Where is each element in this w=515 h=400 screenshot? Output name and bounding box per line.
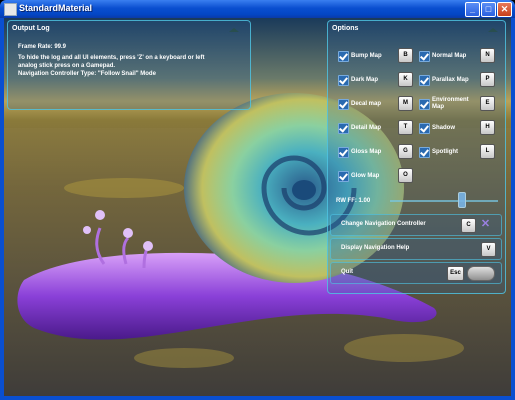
application-window: StandardMaterial _ □ ✕ Output Log Frame … bbox=[0, 0, 515, 400]
change-navigation-key[interactable]: C bbox=[461, 218, 476, 233]
dark-map-checkbox[interactable] bbox=[338, 75, 349, 86]
bump-map-key[interactable]: B bbox=[398, 48, 413, 63]
xbox-x-button-icon: ✕ bbox=[480, 218, 491, 230]
minimize-button[interactable]: _ bbox=[465, 2, 480, 17]
display-navigation-help-label: Display Navigation Help bbox=[341, 245, 410, 251]
glow-map-label: Glow Map bbox=[351, 173, 380, 179]
parallax-map-key[interactable]: P bbox=[480, 72, 495, 87]
quit-key[interactable]: Esc bbox=[447, 266, 464, 281]
bump-map-checkbox[interactable] bbox=[338, 51, 349, 62]
slider-thumb[interactable] bbox=[458, 192, 466, 208]
output-log-panel: Output Log Frame Rate: 99.9 To hide the … bbox=[7, 20, 251, 110]
parallax-map-label: Parallax Map bbox=[432, 77, 469, 83]
environment-map-checkbox[interactable] bbox=[419, 99, 430, 110]
glow-map-key[interactable]: O bbox=[398, 168, 413, 183]
normal-map-label: Normal Map bbox=[432, 53, 467, 59]
dark-map-label: Dark Map bbox=[351, 77, 379, 83]
display-navigation-help-key[interactable]: V bbox=[481, 242, 496, 257]
decal-map-key[interactable]: M bbox=[398, 96, 413, 111]
display-navigation-help-row[interactable]: Display Navigation Help V bbox=[330, 238, 502, 260]
gloss-map-checkbox[interactable] bbox=[338, 147, 349, 158]
detail-map-key[interactable]: T bbox=[398, 120, 413, 135]
parallax-map-checkbox[interactable] bbox=[419, 75, 430, 86]
quit-row[interactable]: Quit Esc bbox=[330, 262, 502, 284]
environment-map-key[interactable]: E bbox=[480, 96, 495, 111]
gloss-map-key[interactable]: G bbox=[398, 144, 413, 159]
maximize-button[interactable]: □ bbox=[481, 2, 496, 17]
environment-map-label: Environment Map bbox=[432, 97, 469, 110]
change-navigation-controller-label: Change Navigation Controller bbox=[341, 221, 426, 227]
output-log-title: Output Log bbox=[12, 25, 50, 32]
navigation-controller-type-text: Navigation Controller Type: "Follow Snai… bbox=[18, 71, 156, 77]
gloss-map-label: Gloss Map bbox=[351, 149, 382, 155]
frame-rate-text: Frame Rate: 99.9 bbox=[18, 44, 67, 50]
normal-map-key[interactable]: N bbox=[480, 48, 495, 63]
quit-label: Quit bbox=[341, 269, 353, 275]
normal-map-checkbox[interactable] bbox=[419, 51, 430, 62]
collapse-options-icon[interactable] bbox=[487, 27, 499, 33]
hint-text-line2: analog stick press on a Gamepad. bbox=[18, 63, 116, 69]
decal-map-label: Decal map bbox=[351, 101, 382, 107]
gamepad-back-start-icon bbox=[467, 266, 495, 281]
slider-track[interactable] bbox=[390, 200, 498, 202]
dark-map-key[interactable]: K bbox=[398, 72, 413, 87]
decal-map-checkbox[interactable] bbox=[338, 99, 349, 110]
collapse-log-icon[interactable] bbox=[228, 27, 240, 33]
window-border-right bbox=[511, 18, 515, 400]
rw-ff-slider[interactable]: RW FF: 1.00 bbox=[330, 192, 500, 208]
shadow-label: Shadow bbox=[432, 125, 456, 131]
change-navigation-controller-row[interactable]: Change Navigation Controller C ✕ bbox=[330, 214, 502, 236]
shadow-key[interactable]: H bbox=[480, 120, 495, 135]
window-title: StandardMaterial bbox=[19, 3, 93, 13]
detail-map-checkbox[interactable] bbox=[338, 123, 349, 134]
shadow-checkbox[interactable] bbox=[419, 123, 430, 134]
app-icon bbox=[4, 3, 17, 16]
spotlight-label: Spotlight bbox=[432, 149, 458, 155]
title-bar[interactable]: StandardMaterial _ □ ✕ bbox=[0, 0, 515, 18]
spotlight-key[interactable]: L bbox=[480, 144, 495, 159]
spotlight-checkbox[interactable] bbox=[419, 147, 430, 158]
detail-map-label: Detail Map bbox=[351, 125, 382, 131]
rw-ff-label: RW FF: 1.00 bbox=[336, 198, 371, 204]
options-title: Options bbox=[332, 25, 359, 32]
bump-map-label: Bump Map bbox=[351, 53, 382, 59]
glow-map-checkbox[interactable] bbox=[338, 171, 349, 182]
hint-text-line1: To hide the log and all UI elements, pre… bbox=[18, 55, 205, 61]
window-border-bottom bbox=[0, 396, 515, 400]
close-button[interactable]: ✕ bbox=[497, 2, 512, 17]
